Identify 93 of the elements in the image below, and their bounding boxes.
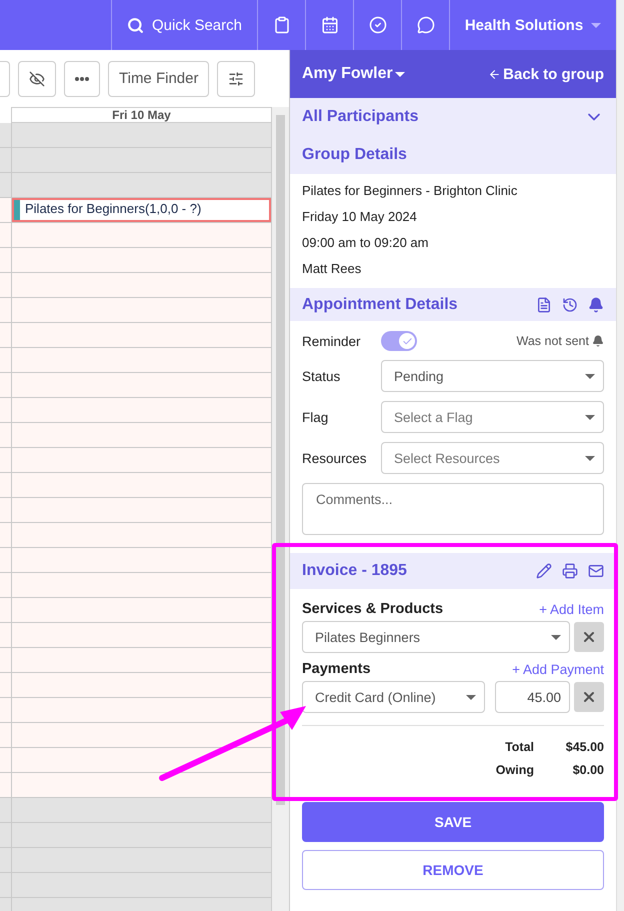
group-detail: Friday 10 May 2024	[302, 208, 418, 226]
chat-bubble-icon	[416, 16, 434, 34]
close-icon	[581, 629, 597, 645]
time-slot[interactable]	[0, 123, 271, 148]
time-slot[interactable]	[0, 823, 271, 848]
time-slot[interactable]	[0, 773, 271, 798]
amount-field[interactable]: 45.00	[495, 681, 570, 713]
total-value: $0.00	[572, 762, 604, 779]
time-slot[interactable]	[0, 273, 271, 298]
bell-icon	[592, 335, 604, 347]
time-slot[interactable]	[0, 398, 271, 423]
clipboard-icon	[272, 16, 290, 34]
field-label: Reminder	[302, 334, 362, 348]
remove-button[interactable]	[574, 682, 604, 712]
section-title: Invoice - 1895	[302, 562, 407, 580]
calendar-icon	[320, 16, 338, 34]
sliders-icon	[228, 70, 244, 86]
section-title: Appointment Details	[302, 296, 458, 314]
client-menu[interactable]: Amy Fowler	[302, 65, 405, 83]
total-value: $45.00	[564, 739, 604, 756]
time-slot[interactable]	[0, 523, 271, 548]
select-field[interactable]: Credit Card (Online)	[302, 681, 485, 713]
total-label: Total	[505, 739, 534, 756]
time-slot[interactable]	[0, 548, 271, 573]
select-field[interactable]: Select Resources	[381, 442, 604, 474]
quick-search-button[interactable]: Quick Search	[110, 0, 257, 50]
select-field[interactable]: Pilates Beginners	[302, 621, 570, 653]
time-slot[interactable]	[0, 348, 271, 373]
arrow-left-icon	[488, 68, 502, 80]
comments-field[interactable]: Comments...	[302, 483, 604, 535]
time-slot[interactable]	[0, 148, 271, 173]
time-slot[interactable]	[0, 223, 271, 248]
time-slot[interactable]	[0, 623, 271, 648]
scrollbar[interactable]	[271, 107, 289, 911]
time-slot[interactable]	[0, 873, 271, 898]
save-button[interactable]: SAVE	[302, 802, 604, 842]
time-slot[interactable]	[0, 673, 271, 698]
time-finder-button[interactable]: Time Finder	[108, 60, 210, 96]
bell-icon[interactable]	[588, 296, 604, 312]
select-field[interactable]: Pending	[381, 360, 604, 392]
check-icon	[402, 336, 412, 346]
time-slot[interactable]	[0, 423, 271, 448]
eye-off-icon	[29, 70, 45, 86]
check-circle-icon	[368, 16, 386, 34]
time-slot[interactable]	[0, 848, 271, 873]
remove-button[interactable]: REMOVE	[302, 850, 604, 890]
time-slot[interactable]	[0, 473, 271, 498]
field-label: Flag	[302, 410, 330, 424]
time-slot[interactable]	[0, 498, 271, 523]
field-label: Resources	[302, 450, 368, 466]
scrollbar[interactable]	[616, 0, 624, 911]
section-title: Group Details	[302, 146, 407, 164]
time-slot[interactable]	[0, 173, 271, 198]
group-detail: Matt Rees	[302, 260, 362, 278]
time-slot[interactable]	[0, 648, 271, 673]
time-slot[interactable]	[0, 448, 271, 473]
section-label: Payments	[302, 661, 371, 677]
day-header: Fri 10 May	[11, 107, 271, 123]
filter-button[interactable]	[217, 60, 256, 96]
close-icon	[581, 689, 597, 705]
reminder-status: Was not sent	[516, 334, 604, 348]
group-detail: Pilates for Beginners - Brighton Clinic	[302, 182, 518, 200]
time-slot[interactable]	[0, 748, 271, 773]
back-link[interactable]: Back to group	[488, 66, 604, 82]
total-label: Owing	[496, 762, 534, 779]
participants-dropdown[interactable]: All Participants	[302, 98, 604, 136]
pencil-icon[interactable]	[536, 563, 552, 579]
history-icon[interactable]	[562, 296, 578, 312]
hide-button[interactable]	[18, 60, 56, 96]
select-field[interactable]: Select a Flag	[381, 401, 604, 433]
toolbar-button[interactable]	[0, 60, 10, 96]
field-label: Status	[302, 368, 342, 384]
time-slot[interactable]	[0, 723, 271, 748]
time-slot[interactable]	[0, 698, 271, 723]
time-slot[interactable]	[0, 248, 271, 273]
printer-icon[interactable]	[562, 563, 578, 579]
search-icon	[126, 16, 144, 34]
time-slot[interactable]	[0, 798, 271, 823]
more-button[interactable]	[64, 60, 100, 96]
reminder-toggle[interactable]	[381, 331, 417, 351]
remove-button[interactable]	[574, 622, 604, 652]
time-slot[interactable]	[0, 373, 271, 398]
time-slot[interactable]	[0, 598, 271, 623]
time-slot[interactable]	[0, 298, 271, 323]
document-icon[interactable]	[536, 296, 552, 312]
group-detail: 09:00 am to 09:20 am	[302, 234, 430, 252]
add-payment-link[interactable]: + Add Payment	[512, 662, 604, 676]
time-slot[interactable]	[0, 323, 271, 348]
time-slot[interactable]	[0, 573, 271, 598]
section-label: Services & Products	[302, 601, 444, 617]
mail-icon[interactable]	[588, 563, 604, 579]
add-item-link[interactable]: + Add Item	[539, 602, 604, 616]
more-icon	[75, 76, 89, 80]
